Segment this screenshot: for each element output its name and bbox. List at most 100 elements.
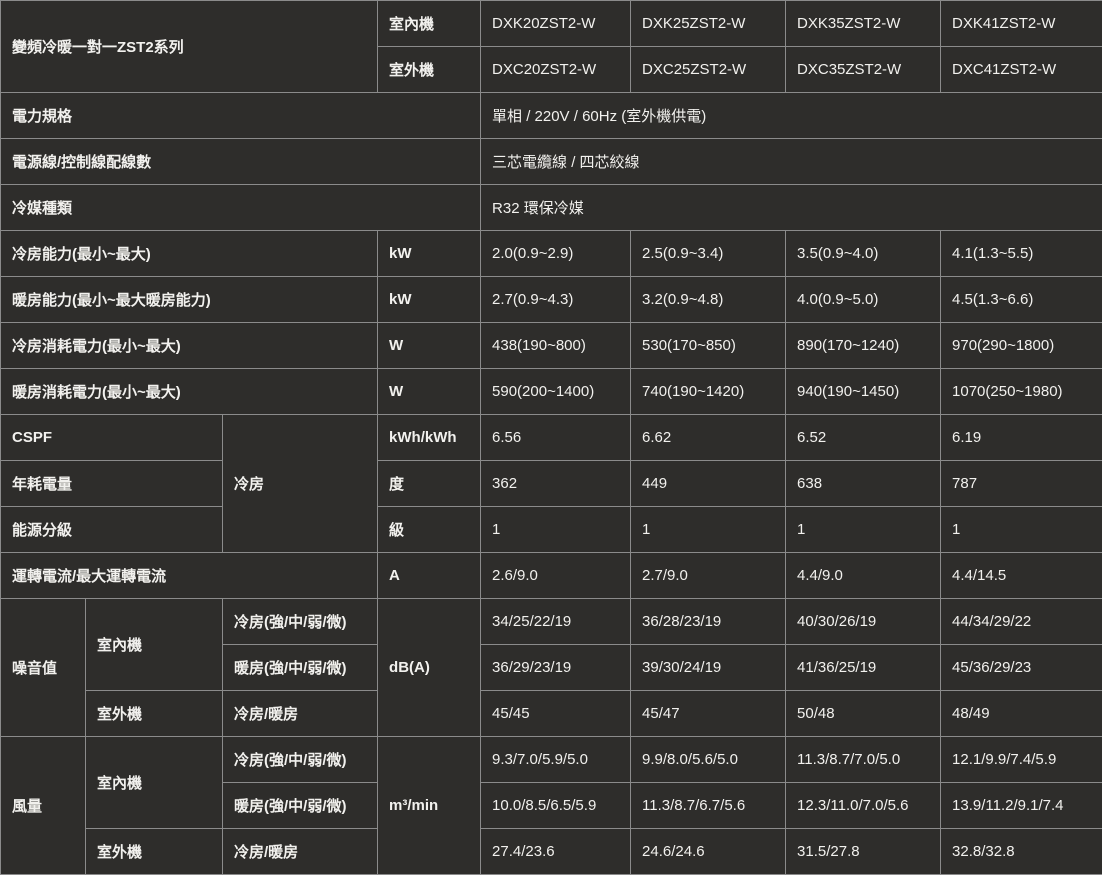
value-cell: 50/48 xyxy=(786,691,941,737)
spec-label-power: 電力規格 xyxy=(1,93,481,139)
value-cell: 2.7/9.0 xyxy=(631,553,786,599)
outdoor-model: DXC25ZST2-W xyxy=(631,47,786,93)
row-label-energy-grade: 能源分級 xyxy=(1,507,223,553)
row-label-cspf: CSPF xyxy=(1,415,223,461)
value-cell: 27.4/23.6 xyxy=(481,829,631,875)
value-cell: 36/28/23/19 xyxy=(631,599,786,645)
outdoor-model: DXC41ZST2-W xyxy=(941,47,1102,93)
unit-cell: W xyxy=(378,369,481,415)
indoor-model: DXK41ZST2-W xyxy=(941,1,1102,47)
airflow-mode-cooling: 冷房(強/中/弱/微) xyxy=(223,737,378,783)
value-cell: 9.3/7.0/5.9/5.0 xyxy=(481,737,631,783)
ac-spec-table: 變頻冷暖一對一ZST2系列 室內機 DXK20ZST2-W DXK25ZST2-… xyxy=(0,0,1102,875)
noise-mode-heating: 暖房(強/中/弱/微) xyxy=(223,645,378,691)
value-cell: 890(170~1240) xyxy=(786,323,941,369)
unit-cell: m³/min xyxy=(378,737,481,875)
value-cell: 36/29/23/19 xyxy=(481,645,631,691)
value-cell: 11.3/8.7/6.7/5.6 xyxy=(631,783,786,829)
unit-cell: kW xyxy=(378,277,481,323)
outdoor-model: DXC35ZST2-W xyxy=(786,47,941,93)
value-cell: 45/45 xyxy=(481,691,631,737)
value-cell: 39/30/24/19 xyxy=(631,645,786,691)
value-cell: 48/49 xyxy=(941,691,1102,737)
value-cell: 40/30/26/19 xyxy=(786,599,941,645)
value-cell: 3.5(0.9~4.0) xyxy=(786,231,941,277)
value-cell: 4.0(0.9~5.0) xyxy=(786,277,941,323)
value-cell: 6.56 xyxy=(481,415,631,461)
value-cell: 41/36/25/19 xyxy=(786,645,941,691)
row-label-noise: 噪音值 xyxy=(1,599,86,737)
series-title: 變頻冷暖一對一ZST2系列 xyxy=(1,1,378,93)
value-cell: 44/34/29/22 xyxy=(941,599,1102,645)
value-cell: 9.9/8.0/5.6/5.0 xyxy=(631,737,786,783)
unit-cell: 度 xyxy=(378,461,481,507)
indoor-unit-header: 室內機 xyxy=(378,1,481,47)
value-cell: 530(170~850) xyxy=(631,323,786,369)
value-cell: 2.0(0.9~2.9) xyxy=(481,231,631,277)
row-label-annual-consumption: 年耗電量 xyxy=(1,461,223,507)
value-cell: 638 xyxy=(786,461,941,507)
value-cell: 3.2(0.9~4.8) xyxy=(631,277,786,323)
unit-cell: dB(A) xyxy=(378,599,481,737)
value-cell: 438(190~800) xyxy=(481,323,631,369)
row-label-heating-power: 暖房消耗電力(最小~最大) xyxy=(1,369,378,415)
value-cell: 787 xyxy=(941,461,1102,507)
unit-cell: W xyxy=(378,323,481,369)
value-cell: 4.4/14.5 xyxy=(941,553,1102,599)
unit-cell: A xyxy=(378,553,481,599)
value-cell: 10.0/8.5/6.5/5.9 xyxy=(481,783,631,829)
value-cell: 1 xyxy=(786,507,941,553)
unit-cell: kWh/kWh xyxy=(378,415,481,461)
value-cell: 362 xyxy=(481,461,631,507)
outdoor-unit-header: 室外機 xyxy=(378,47,481,93)
value-cell: 6.19 xyxy=(941,415,1102,461)
value-cell: 32.8/32.8 xyxy=(941,829,1102,875)
value-cell: 1070(250~1980) xyxy=(941,369,1102,415)
energy-mode-cell: 冷房 xyxy=(223,415,378,553)
value-cell: 12.3/11.0/7.0/5.6 xyxy=(786,783,941,829)
value-cell: 4.5(1.3~6.6) xyxy=(941,277,1102,323)
value-cell: 45/47 xyxy=(631,691,786,737)
row-label-cooling-capacity: 冷房能力(最小~最大) xyxy=(1,231,378,277)
airflow-mode-heating: 暖房(強/中/弱/微) xyxy=(223,783,378,829)
airflow-indoor-label: 室內機 xyxy=(86,737,223,829)
value-cell: 1 xyxy=(481,507,631,553)
value-cell: 449 xyxy=(631,461,786,507)
unit-cell: kW xyxy=(378,231,481,277)
value-cell: 11.3/8.7/7.0/5.0 xyxy=(786,737,941,783)
value-cell: 4.4/9.0 xyxy=(786,553,941,599)
row-label-cooling-power: 冷房消耗電力(最小~最大) xyxy=(1,323,378,369)
indoor-model: DXK20ZST2-W xyxy=(481,1,631,47)
value-cell: 940(190~1450) xyxy=(786,369,941,415)
row-label-airflow: 風量 xyxy=(1,737,86,875)
value-cell: 2.6/9.0 xyxy=(481,553,631,599)
row-label-running-current: 運轉電流/最大運轉電流 xyxy=(1,553,378,599)
value-cell: 590(200~1400) xyxy=(481,369,631,415)
noise-indoor-label: 室內機 xyxy=(86,599,223,691)
airflow-mode-outdoor: 冷房/暖房 xyxy=(223,829,378,875)
indoor-model: DXK25ZST2-W xyxy=(631,1,786,47)
value-cell: 4.1(1.3~5.5) xyxy=(941,231,1102,277)
value-cell: 6.52 xyxy=(786,415,941,461)
value-cell: 45/36/29/23 xyxy=(941,645,1102,691)
outdoor-model: DXC20ZST2-W xyxy=(481,47,631,93)
noise-mode-outdoor: 冷房/暖房 xyxy=(223,691,378,737)
value-cell: 1 xyxy=(631,507,786,553)
spec-label-refrigerant: 冷媒種類 xyxy=(1,185,481,231)
value-cell: 12.1/9.9/7.4/5.9 xyxy=(941,737,1102,783)
value-cell: 13.9/11.2/9.1/7.4 xyxy=(941,783,1102,829)
value-cell: 24.6/24.6 xyxy=(631,829,786,875)
row-label-heating-capacity: 暖房能力(最小~最大暖房能力) xyxy=(1,277,378,323)
value-cell: 34/25/22/19 xyxy=(481,599,631,645)
value-cell: 2.5(0.9~3.4) xyxy=(631,231,786,277)
airflow-outdoor-label: 室外機 xyxy=(86,829,223,875)
value-cell: 740(190~1420) xyxy=(631,369,786,415)
value-cell: 6.62 xyxy=(631,415,786,461)
value-cell: 2.7(0.9~4.3) xyxy=(481,277,631,323)
noise-mode-cooling: 冷房(強/中/弱/微) xyxy=(223,599,378,645)
value-cell: 31.5/27.8 xyxy=(786,829,941,875)
value-cell: 970(290~1800) xyxy=(941,323,1102,369)
unit-cell: 級 xyxy=(378,507,481,553)
spec-value-power: 單相 / 220V / 60Hz (室外機供電) xyxy=(481,93,1102,139)
spec-label-wiring: 電源線/控制線配線數 xyxy=(1,139,481,185)
